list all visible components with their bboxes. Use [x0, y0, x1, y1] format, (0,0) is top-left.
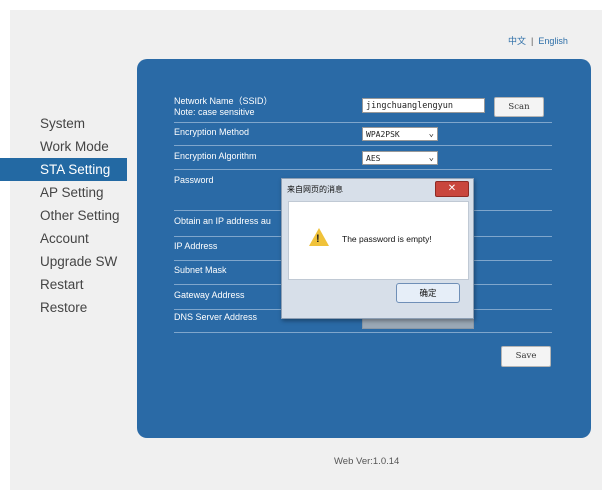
enc-algo-label: Encryption Algorithm	[174, 151, 257, 161]
ok-button[interactable]: 确定	[396, 283, 460, 303]
gateway-label: Gateway Address	[174, 290, 245, 300]
sidebar-item-other-setting[interactable]: Other Setting	[0, 204, 127, 227]
password-label: Password	[174, 175, 214, 185]
dialog-title: 来自网页的消息	[287, 185, 343, 194]
dns-label: DNS Server Address	[174, 312, 258, 322]
enc-method-label: Encryption Method	[174, 127, 250, 137]
sidebar-item-account[interactable]: Account	[0, 227, 127, 250]
lang-english-link[interactable]: English	[538, 36, 568, 46]
dialog-body: ! The password is empty!	[288, 201, 469, 280]
enc-algo-value: AES	[366, 154, 381, 163]
lang-chinese-link[interactable]: 中文	[508, 36, 526, 46]
sidebar-item-system[interactable]: System	[0, 112, 127, 135]
sidebar-item-sta-setting[interactable]: STA Setting	[0, 158, 127, 181]
enc-method-select[interactable]: WPA2PSK ⌄	[362, 127, 438, 141]
language-switch: 中文 | English	[508, 34, 568, 47]
subnet-label: Subnet Mask	[174, 265, 227, 275]
ssid-label: Network Name（SSID）	[174, 96, 273, 106]
dialog-message: The password is empty!	[342, 234, 432, 244]
warning-icon-mark: !	[316, 233, 320, 245]
sidebar-item-restore[interactable]: Restore	[0, 296, 127, 319]
ssid-input[interactable]: jingchuanglengyun	[362, 98, 485, 113]
sidebar-item-ap-setting[interactable]: AP Setting	[0, 181, 127, 204]
sidebar-item-upgrade[interactable]: Upgrade SW	[0, 250, 127, 273]
save-button[interactable]: Save	[501, 346, 551, 367]
chevron-down-icon: ⌄	[428, 129, 434, 139]
sidebar-item-work-mode[interactable]: Work Mode	[0, 135, 127, 158]
sidebar-item-restart[interactable]: Restart	[0, 273, 127, 296]
ip-label: IP Address	[174, 241, 218, 251]
alert-dialog: 来自网页的消息 ✕ ! The password is empty! 确定	[281, 178, 474, 319]
close-icon[interactable]: ✕	[435, 181, 469, 197]
enc-algo-select[interactable]: AES ⌄	[362, 151, 438, 165]
obtain-ip-label: Obtain an IP address au	[174, 216, 271, 226]
scan-button[interactable]: Scan	[494, 97, 544, 117]
enc-method-value: WPA2PSK	[366, 130, 400, 139]
chevron-down-icon: ⌄	[428, 153, 434, 163]
ssid-note: Note: case sensitive	[174, 107, 255, 117]
lang-separator: |	[531, 36, 534, 46]
sidebar-nav: System Work Mode STA Setting AP Setting …	[0, 112, 127, 319]
web-version: Web Ver:1.0.14	[334, 456, 400, 467]
